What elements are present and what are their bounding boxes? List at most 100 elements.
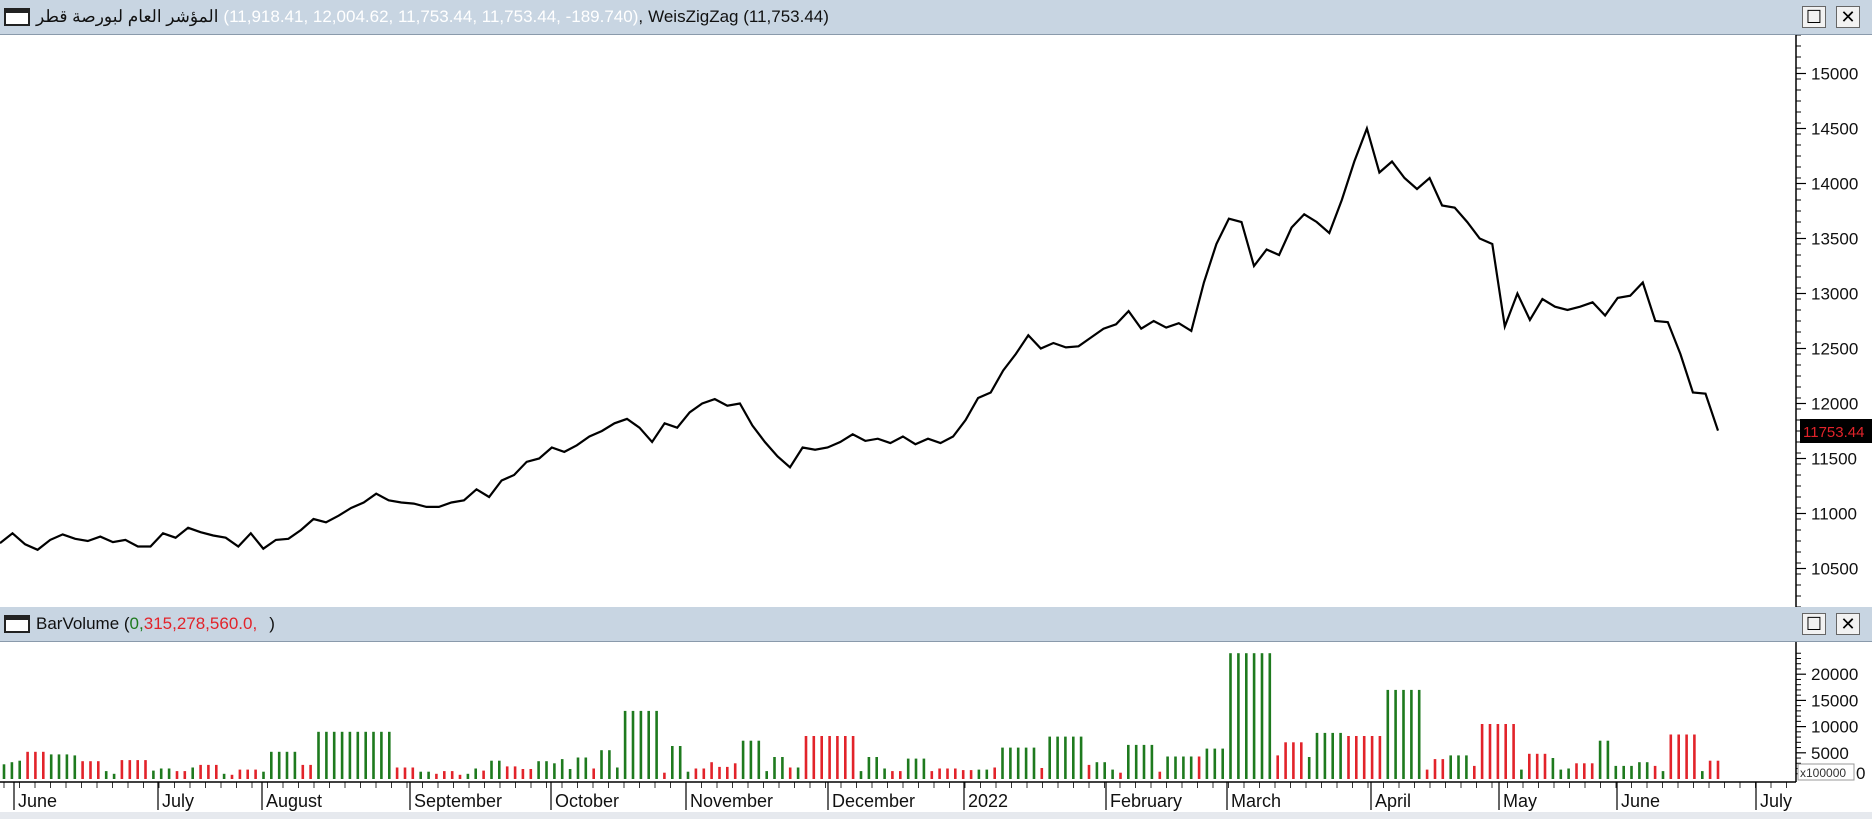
volume-bar — [820, 736, 823, 779]
volume-bar — [804, 736, 808, 779]
volume-bar — [65, 754, 69, 779]
volume-bar — [1032, 747, 1036, 779]
volume-bar — [985, 769, 989, 779]
volume-bar — [1567, 768, 1570, 779]
volume-bar — [285, 751, 289, 779]
close-button[interactable]: ✕ — [1836, 613, 1860, 635]
maximize-button[interactable]: ☐ — [1802, 6, 1826, 28]
volume-bar — [18, 760, 21, 779]
volume-bar — [1653, 765, 1657, 779]
scroll-strip[interactable] — [0, 812, 1872, 819]
volume-bar — [521, 769, 525, 779]
time-tick-label: July — [1760, 791, 1792, 811]
volume-value-close: ) — [269, 614, 275, 633]
price-chart[interactable]: 10500 11000 11500 12000 12500 13000 13500 14000… — [0, 35, 1872, 607]
time-tick-label: September — [414, 791, 502, 811]
volume-bar — [1292, 742, 1295, 779]
volume-bar — [215, 764, 218, 779]
symbol-name: المؤشر العام لبورصة قطر — [36, 7, 219, 26]
volume-bar — [474, 768, 477, 779]
volume-bar — [639, 710, 643, 779]
volume-bar — [1606, 740, 1610, 779]
volume-bar — [710, 762, 713, 779]
panel-menu-icon[interactable] — [4, 615, 30, 633]
volume-bar — [222, 773, 226, 779]
volume-bar — [1425, 769, 1429, 779]
volume-bar — [930, 771, 934, 779]
volume-bar — [867, 757, 871, 779]
price-tick-label: 11000 — [1811, 505, 1857, 524]
maximize-icon: ☐ — [1805, 6, 1823, 27]
volume-bar — [1496, 724, 1500, 779]
volume-bar — [812, 736, 816, 779]
maximize-button[interactable]: ☐ — [1802, 613, 1826, 635]
volume-bar — [34, 751, 37, 779]
volume-bar — [875, 757, 878, 779]
volume-bar — [1378, 736, 1382, 779]
volume-bar — [1189, 756, 1193, 779]
volume-bar — [246, 769, 249, 779]
volume-bar — [1402, 689, 1405, 779]
volume-bar — [136, 760, 139, 779]
volume-bar — [828, 736, 831, 779]
volume-bar — [1174, 756, 1177, 779]
volume-bar — [317, 731, 320, 779]
volume-bar — [1072, 736, 1075, 779]
volume-bar — [73, 755, 77, 779]
volume-bar — [403, 767, 407, 779]
volume-bar — [1614, 765, 1618, 779]
volume-bar — [1221, 748, 1224, 779]
volume-tick-label: 10000 — [1811, 718, 1858, 737]
volume-bar — [1182, 756, 1185, 779]
volume-bar — [1229, 653, 1232, 779]
price-tick-label: 15000 — [1811, 65, 1858, 84]
volume-bar — [427, 771, 430, 779]
volume-bar — [513, 766, 517, 779]
volume-bar — [1590, 763, 1594, 779]
volume-bar — [490, 760, 493, 779]
volume-bar — [1276, 755, 1279, 779]
volume-bar — [781, 757, 784, 779]
volume-bar — [623, 710, 627, 779]
volume-chart[interactable]: 5000 10000 15000 20000 x100000 0 June July Au… — [0, 642, 1872, 812]
panel-menu-icon[interactable] — [4, 8, 30, 26]
volume-bar — [112, 773, 116, 779]
volume-bar — [1394, 689, 1397, 779]
volume-bar — [946, 768, 949, 779]
volume-bar — [1127, 744, 1130, 779]
price-line — [0, 125, 1720, 552]
price-tick-label: 14500 — [1811, 120, 1858, 139]
volume-bar — [1512, 724, 1515, 779]
close-button[interactable]: ✕ — [1836, 6, 1860, 28]
time-tick-label: June — [1621, 791, 1660, 811]
volume-bar — [836, 736, 839, 779]
maximize-icon: ☐ — [1805, 613, 1823, 634]
volume-bar — [969, 770, 973, 779]
volume-bars — [2, 653, 1720, 779]
volume-axis: 5000 10000 15000 20000 — [1795, 642, 1858, 782]
volume-bar — [1339, 732, 1342, 779]
volume-bar — [851, 736, 855, 779]
volume-bar — [977, 769, 981, 779]
volume-bar — [655, 710, 658, 779]
volume-bar — [906, 758, 910, 779]
volume-bar — [1417, 689, 1421, 779]
volume-bar — [1575, 763, 1578, 779]
volume-bar — [199, 764, 202, 779]
price-tick-label: 14000 — [1811, 175, 1858, 194]
volume-bar — [1166, 756, 1169, 779]
volume-bar — [1347, 736, 1350, 779]
volume-bar — [1543, 753, 1547, 779]
volume-multiplier-zero: 0 — [1856, 764, 1865, 783]
volume-bar — [765, 771, 768, 779]
volume-bar — [1142, 744, 1146, 779]
volume-bar — [81, 761, 84, 779]
volume-bar — [89, 761, 92, 779]
volume-bar — [1245, 653, 1248, 779]
time-tick-label: July — [162, 791, 194, 811]
volume-bar — [922, 758, 926, 779]
volume-bar — [1685, 734, 1688, 779]
price-tick-label: 12000 — [1811, 395, 1858, 414]
close-icon: ✕ — [1840, 6, 1856, 27]
last-price-label: 11753.44 — [1803, 424, 1864, 441]
